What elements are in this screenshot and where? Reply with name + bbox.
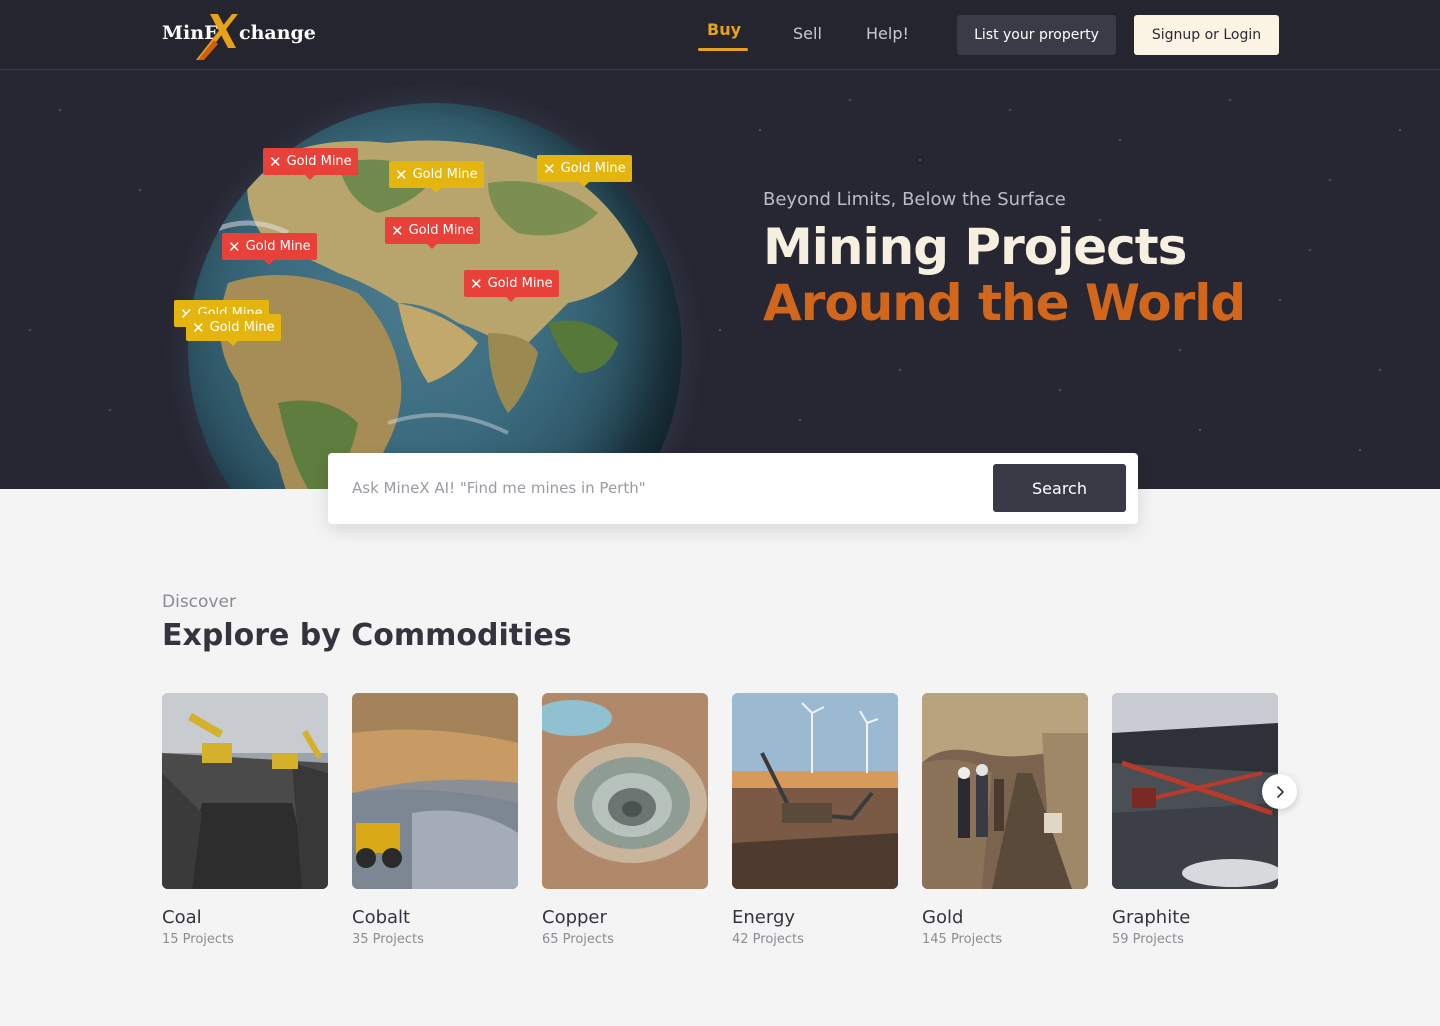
section-eyebrow: Discover bbox=[162, 592, 236, 612]
ai-search-bar: Search bbox=[328, 453, 1138, 524]
minex-x-icon: ✕ bbox=[269, 152, 282, 171]
commodity-card-gold[interactable]: Gold 145 Projects bbox=[922, 693, 1088, 947]
commodity-card-energy[interactable]: Energy 42 Projects bbox=[732, 693, 898, 947]
gold-image bbox=[922, 693, 1088, 889]
map-pin-gold-mine[interactable]: ✕ Gold Mine bbox=[222, 233, 317, 265]
list-property-button[interactable]: List your property bbox=[957, 15, 1116, 55]
signup-login-button[interactable]: Signup or Login bbox=[1134, 15, 1279, 55]
carousel-next-button[interactable] bbox=[1262, 774, 1297, 809]
energy-image bbox=[732, 693, 898, 889]
commodity-name: Graphite bbox=[1112, 907, 1191, 928]
commodity-name: Energy bbox=[732, 907, 796, 928]
pin-label: Gold Mine bbox=[209, 320, 275, 335]
commodity-project-count: 59 Projects bbox=[1112, 932, 1184, 947]
pin-label: Gold Mine bbox=[286, 154, 352, 169]
pin-label: Gold Mine bbox=[408, 223, 474, 238]
map-pin-gold-mine[interactable]: ✕ Gold Mine bbox=[186, 314, 281, 346]
map-pin-gold-mine[interactable]: ✕ Gold Mine bbox=[537, 155, 632, 187]
hero-section: ✕ Gold Mine ✕ Gold Mine ✕ Gold Mine ✕ Gold M… bbox=[0, 70, 1440, 489]
graphite-image bbox=[1112, 693, 1278, 889]
hero-headline-line2: Around the World bbox=[763, 274, 1246, 332]
commodity-project-count: 65 Projects bbox=[542, 932, 614, 947]
commodity-card-cobalt[interactable]: Cobalt 35 Projects bbox=[352, 693, 518, 947]
map-pin-gold-mine[interactable]: ✕ Gold Mine bbox=[263, 148, 358, 180]
minexchange-logo[interactable]: MinE change bbox=[162, 14, 316, 60]
pin-label: Gold Mine bbox=[487, 276, 553, 291]
minex-x-icon: ✕ bbox=[470, 274, 483, 293]
ai-search-input[interactable] bbox=[352, 473, 972, 503]
minex-x-icon: ✕ bbox=[228, 237, 241, 256]
commodity-name: Gold bbox=[922, 907, 964, 928]
top-nav: MinE change Buy Sell Help! List your pro… bbox=[0, 0, 1440, 70]
commodity-card-graphite[interactable]: Graphite 59 Projects bbox=[1112, 693, 1278, 947]
minex-x-icon: ✕ bbox=[391, 221, 404, 240]
minex-x-icon: ✕ bbox=[192, 318, 205, 337]
commodity-name: Coal bbox=[162, 907, 202, 928]
search-button[interactable]: Search bbox=[993, 464, 1126, 512]
hero-tagline: Beyond Limits, Below the Surface bbox=[763, 189, 1066, 210]
copper-image bbox=[542, 693, 708, 889]
active-nav-underline bbox=[698, 48, 748, 51]
hero-headline-line1: Mining Projects bbox=[763, 218, 1187, 276]
pin-label: Gold Mine bbox=[412, 167, 478, 182]
pin-label: Gold Mine bbox=[245, 239, 311, 254]
commodity-project-count: 145 Projects bbox=[922, 932, 1003, 947]
map-pin-gold-mine[interactable]: ✕ Gold Mine bbox=[385, 217, 480, 249]
pin-label: Gold Mine bbox=[560, 161, 626, 176]
nav-buy-link[interactable]: Buy bbox=[707, 20, 741, 39]
commodity-card-coal[interactable]: Coal 15 Projects bbox=[162, 693, 328, 947]
commodity-name: Copper bbox=[542, 907, 607, 928]
logo-text-right: change bbox=[239, 22, 316, 44]
coal-image bbox=[162, 693, 328, 889]
minex-x-icon: ✕ bbox=[395, 165, 408, 184]
commodity-name: Cobalt bbox=[352, 907, 411, 928]
map-pin-gold-mine[interactable]: ✕ Gold Mine bbox=[464, 270, 559, 302]
nav-sell-link[interactable]: Sell bbox=[793, 24, 822, 43]
map-pin-gold-mine[interactable]: ✕ Gold Mine bbox=[389, 161, 484, 193]
commodity-project-count: 15 Projects bbox=[162, 932, 234, 947]
commodity-project-count: 42 Projects bbox=[732, 932, 804, 947]
section-title: Explore by Commodities bbox=[162, 618, 572, 653]
logo-x-icon bbox=[196, 14, 238, 60]
cobalt-image bbox=[352, 693, 518, 889]
chevron-right-icon bbox=[1276, 785, 1284, 798]
commodity-card-copper[interactable]: Copper 65 Projects bbox=[542, 693, 708, 947]
nav-help-link[interactable]: Help! bbox=[866, 24, 909, 43]
minex-x-icon: ✕ bbox=[543, 159, 556, 178]
commodity-project-count: 35 Projects bbox=[352, 932, 424, 947]
